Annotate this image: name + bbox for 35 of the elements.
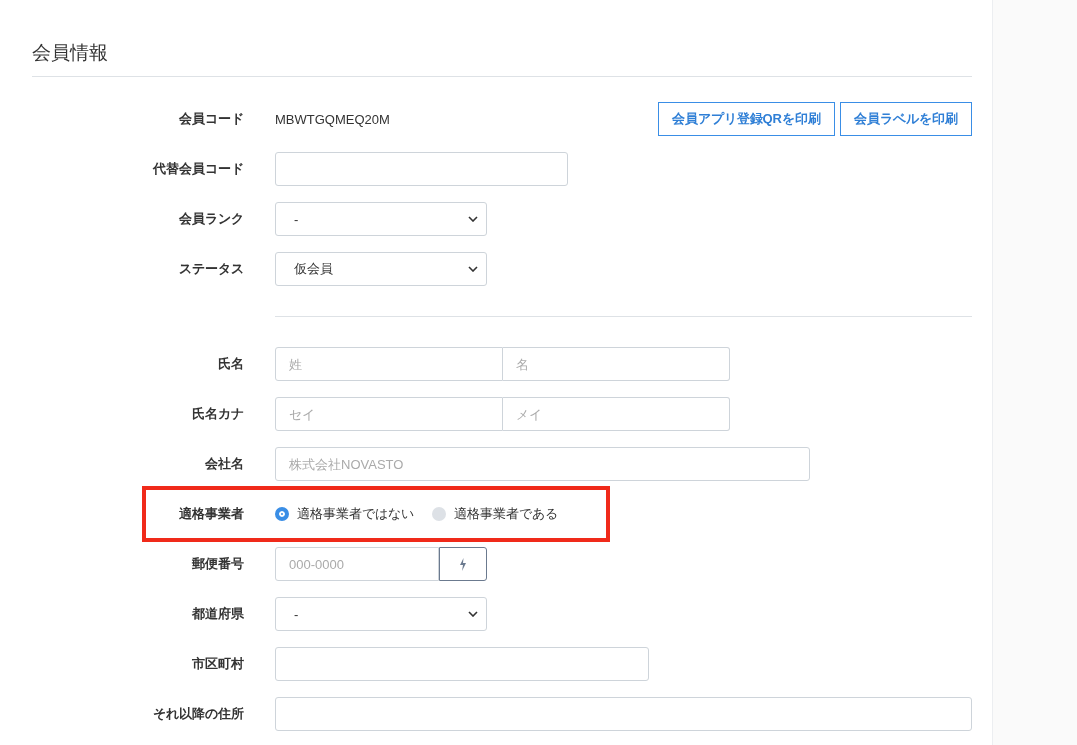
field-label: それ以降の住所 [152, 705, 244, 723]
section-title: 会員情報 [32, 0, 972, 77]
field-label: 会社名 [204, 455, 244, 473]
input-field[interactable]: 株式会社NOVASTO [275, 447, 810, 481]
field-label: 市区町村 [191, 655, 244, 673]
lightning-icon [459, 557, 467, 571]
select-field[interactable]: - [275, 597, 487, 631]
input-field[interactable] [275, 697, 972, 731]
field-label: 都道府県 [191, 605, 244, 623]
chevron-down-icon [468, 611, 478, 617]
radio-option[interactable]: 適格事業者ではない [275, 505, 414, 523]
radio-option[interactable]: 適格事業者である [432, 505, 558, 523]
field-label: 会員コード [178, 110, 244, 128]
input-field[interactable]: 名 [503, 347, 730, 381]
select-field[interactable]: - [275, 202, 487, 236]
input-field[interactable] [275, 647, 649, 681]
input-field[interactable]: セイ [275, 397, 503, 431]
input-field[interactable]: 000-0000 [275, 547, 439, 581]
field-label: 氏名 [217, 355, 244, 373]
input-field[interactable] [275, 152, 568, 186]
field-label: 郵便番号 [191, 555, 244, 573]
field-label: 会員ランク [178, 210, 244, 228]
field-label: ステータス [178, 260, 244, 278]
select-field[interactable]: 仮会員 [275, 252, 487, 286]
field-label: 氏名カナ [191, 405, 244, 423]
print-button[interactable]: 会員アプリ登録QRを印刷 [657, 102, 835, 136]
chevron-down-icon [468, 266, 478, 272]
input-field[interactable]: 姓 [275, 347, 503, 381]
field-value: MBWTGQMEQ20M [275, 111, 390, 127]
print-button[interactable]: 会員ラベルを印刷 [840, 102, 972, 136]
field-label: 代替会員コード [151, 160, 244, 178]
lookup-button[interactable] [439, 547, 487, 581]
input-field[interactable]: メイ [503, 397, 730, 431]
chevron-down-icon [468, 216, 478, 222]
field-label: 適格事業者 [178, 505, 244, 523]
